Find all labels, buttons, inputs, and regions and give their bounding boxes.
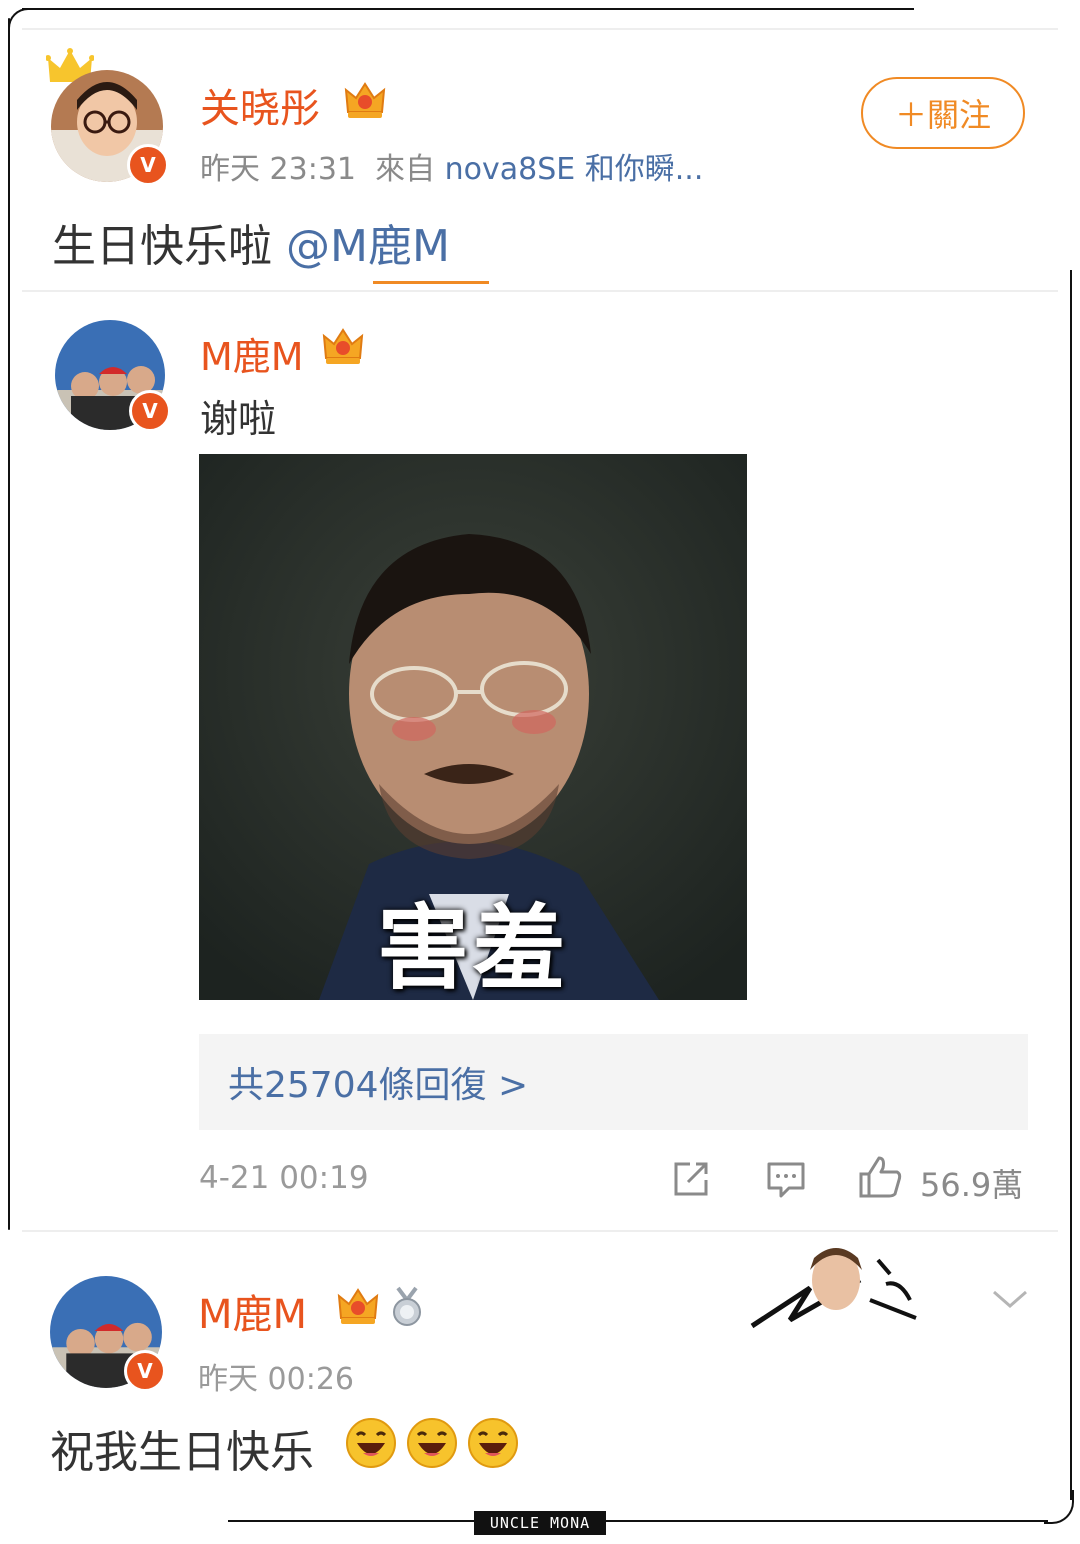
like-icon[interactable]	[857, 1154, 903, 1200]
comment-time: 昨天 00:26	[198, 1362, 354, 1397]
post-source[interactable]: nova8SE 和你瞬...	[445, 152, 704, 187]
laugh-emoji-icon	[346, 1418, 396, 1468]
post-time: 昨天 23:31	[200, 152, 356, 187]
mention-link[interactable]: @M鹿M	[286, 221, 450, 272]
comment-icon[interactable]	[765, 1158, 807, 1200]
vip-crown-icon	[337, 1288, 379, 1324]
frame-line-right	[1070, 270, 1072, 1500]
share-icon[interactable]	[670, 1158, 712, 1200]
post-author[interactable]: 关晓彤	[200, 76, 320, 134]
comment-text-content: 祝我生日快乐	[50, 1427, 314, 1478]
replies-link[interactable]: 共25704條回復 >	[199, 1034, 1028, 1130]
verified-icon: V	[129, 390, 171, 432]
post-meta: 昨天 23:31 來自 nova8SE 和你瞬...	[200, 144, 703, 188]
comment-text: 祝我生日快乐	[50, 1416, 314, 1480]
chevron-down-icon[interactable]	[990, 1286, 1030, 1312]
frame-line-bottom	[228, 1520, 1048, 1522]
sticker-image	[750, 1248, 917, 1329]
frame-corner-bottom-right	[1044, 1490, 1074, 1524]
frame-line-left	[8, 18, 10, 1230]
reply-time: 4-21 00:19	[199, 1160, 369, 1196]
reply-text: 谢啦	[200, 397, 277, 441]
post-source-prefix: 來自	[375, 152, 436, 187]
reply-author[interactable]: M鹿M	[200, 326, 304, 381]
laugh-emoji-icon	[407, 1418, 457, 1468]
verified-icon: V	[127, 144, 169, 186]
post-text: 生日快乐啦 @M鹿M	[52, 210, 450, 274]
reaction-caption: 害羞	[376, 895, 569, 1000]
divider	[22, 1230, 1058, 1232]
watermark: UNCLE MONA	[474, 1511, 606, 1535]
replies-label: 共25704條回復 >	[228, 1065, 529, 1106]
divider	[22, 290, 1058, 292]
follow-button[interactable]: ＋關注	[861, 77, 1025, 149]
laugh-emoji-icon	[468, 1418, 518, 1468]
vip-crown-icon	[322, 328, 364, 364]
like-count: 56.9萬	[920, 1166, 1024, 1204]
vip-crown-icon	[344, 82, 386, 118]
reaction-image[interactable]: 害羞	[199, 454, 747, 1000]
post-text-content: 生日快乐啦	[52, 221, 272, 272]
verified-icon: V	[124, 1350, 166, 1392]
medal-icon	[393, 1286, 421, 1326]
frame-line-top	[22, 8, 914, 10]
comment-author[interactable]: M鹿M	[198, 1282, 307, 1340]
mention-underline	[373, 281, 489, 284]
divider	[22, 28, 1058, 30]
